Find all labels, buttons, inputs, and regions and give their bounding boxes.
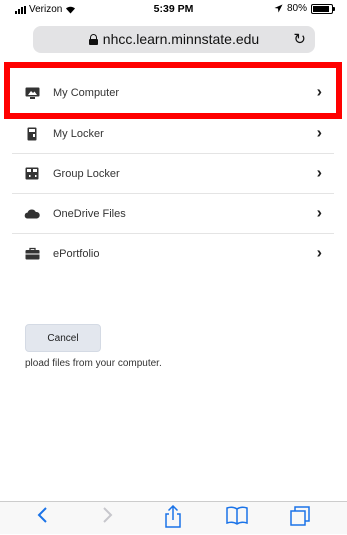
battery-icon: [311, 3, 335, 14]
list-item-label: ePortfolio: [53, 247, 100, 260]
share-icon[interactable]: [163, 504, 183, 535]
location-icon: [274, 4, 283, 13]
address-bar[interactable]: nhcc.learn.minnstate.edu ↻: [33, 26, 315, 53]
cancel-button[interactable]: Cancel: [25, 324, 101, 352]
list-item-onedrive[interactable]: OneDrive Files ›: [12, 194, 334, 234]
group-locker-icon: [24, 167, 40, 181]
url-text: nhcc.learn.minnstate.edu: [102, 31, 260, 47]
locker-icon: [24, 127, 40, 141]
tabs-icon[interactable]: [289, 505, 311, 533]
status-right: 80%: [274, 3, 335, 14]
forward-icon[interactable]: [102, 505, 114, 531]
bookmarks-icon[interactable]: [225, 505, 249, 531]
list-item-group-locker[interactable]: Group Locker ›: [12, 154, 334, 194]
file-source-list: My Computer › My Locker › Group Locker ›…: [12, 73, 334, 273]
list-item-eportfolio[interactable]: ePortfolio ›: [12, 234, 334, 273]
monitor-icon: [24, 86, 40, 100]
list-item-label: My Locker: [53, 127, 104, 140]
cloud-icon: [24, 207, 40, 221]
list-item-label: OneDrive Files: [53, 207, 126, 220]
list-item-label: My Computer: [53, 87, 120, 99]
chevron-right-icon: ›: [316, 124, 322, 142]
browser-toolbar: [0, 501, 347, 534]
lock-icon: [88, 33, 98, 45]
status-bar: Verizon 5:39 PM 80%: [0, 0, 347, 18]
url-display[interactable]: nhcc.learn.minnstate.edu: [33, 31, 315, 47]
chevron-right-icon: ›: [316, 83, 322, 101]
upload-helper-text: pload files from your computer.: [25, 358, 162, 369]
list-item-my-computer[interactable]: My Computer ›: [12, 73, 334, 114]
chevron-right-icon: ›: [316, 204, 322, 222]
briefcase-icon: [24, 247, 40, 261]
list-item-label: Group Locker: [53, 167, 120, 180]
chevron-right-icon: ›: [316, 244, 322, 262]
battery-percent: 80%: [286, 3, 307, 14]
list-item-my-locker[interactable]: My Locker ›: [12, 114, 334, 154]
back-icon[interactable]: [36, 505, 48, 531]
chevron-right-icon: ›: [316, 164, 322, 182]
reload-icon[interactable]: ↻: [293, 30, 306, 48]
